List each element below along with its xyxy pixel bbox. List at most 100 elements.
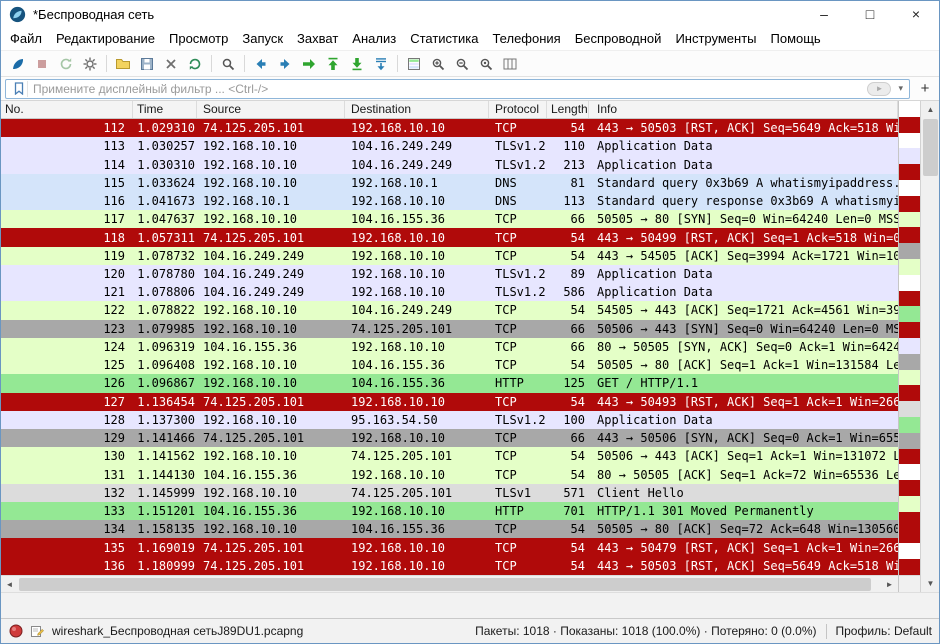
packet-protocol: TCP [489, 358, 547, 372]
packet-row[interactable]: 1121.02931074.125.205.101192.168.10.10TC… [1, 119, 898, 137]
filter-bookmark-button[interactable] [10, 81, 28, 97]
start-capture-button[interactable] [6, 52, 30, 75]
packet-row[interactable]: 1181.05731174.125.205.101192.168.10.10TC… [1, 228, 898, 246]
packet-row[interactable]: 1221.078822192.168.10.10104.16.249.249TC… [1, 301, 898, 319]
packet-row[interactable]: 1301.141562192.168.10.1074.125.205.101TC… [1, 447, 898, 465]
restart-capture-button[interactable] [54, 52, 78, 75]
minimap-stripe [899, 322, 920, 338]
menu-item-2[interactable]: Просмотр [162, 29, 235, 48]
packet-row[interactable]: 1211.078806104.16.249.249192.168.10.10TL… [1, 283, 898, 301]
menu-item-9[interactable]: Инструменты [668, 29, 763, 48]
column-header-proto[interactable]: Protocol [489, 101, 547, 118]
vertical-scroll-thumb[interactable] [923, 119, 938, 176]
packet-row[interactable]: 1341.158135192.168.10.10104.16.155.36TCP… [1, 520, 898, 538]
packet-no: 120 [1, 267, 133, 281]
menu-item-5[interactable]: Анализ [345, 29, 403, 48]
packet-row[interactable]: 1311.144130104.16.155.36192.168.10.10TCP… [1, 465, 898, 483]
profile-selector[interactable]: Профиль: Default [836, 624, 933, 638]
go-first-button[interactable] [321, 52, 345, 75]
zoom-reset-button[interactable] [474, 52, 498, 75]
column-header-info[interactable]: Info [589, 101, 898, 118]
column-header-no[interactable]: No. [1, 101, 133, 118]
packet-row[interactable]: 1191.078732104.16.249.249192.168.10.10TC… [1, 247, 898, 265]
menu-item-3[interactable]: Запуск [235, 29, 290, 48]
display-filter-input[interactable] [33, 81, 867, 97]
packet-destination: 192.168.10.10 [345, 559, 489, 573]
close-button[interactable]: × [893, 1, 939, 27]
zoom-in-button[interactable] [426, 52, 450, 75]
packet-row[interactable]: 1281.137300192.168.10.1095.163.54.50TLSv… [1, 411, 898, 429]
go-back-button[interactable] [249, 52, 273, 75]
close-file-button[interactable] [159, 52, 183, 75]
reload-file-button[interactable] [183, 52, 207, 75]
packet-no: 115 [1, 176, 133, 190]
menu-item-0[interactable]: Файл [3, 29, 49, 48]
find-packet-button[interactable] [216, 52, 240, 75]
packet-row[interactable]: 1251.096408192.168.10.10104.16.155.36TCP… [1, 356, 898, 374]
column-header-dst[interactable]: Destination [345, 101, 489, 118]
packet-source: 104.16.249.249 [197, 267, 345, 281]
filter-apply-button[interactable]: ► [867, 82, 891, 96]
maximize-button[interactable]: □ [847, 1, 893, 27]
save-file-button[interactable] [135, 52, 159, 75]
horizontal-scroll-thumb[interactable] [19, 578, 871, 591]
capture-filename: wireshark_Беспроводная сетьJ89DU1.pcapng [52, 624, 303, 638]
packet-row[interactable]: 1201.078780104.16.249.249192.168.10.10TL… [1, 265, 898, 283]
packet-protocol: TCP [489, 249, 547, 263]
colorize-button[interactable] [402, 52, 426, 75]
menu-item-7[interactable]: Телефония [485, 29, 567, 48]
menu-item-10[interactable]: Помощь [764, 29, 828, 48]
packet-row[interactable]: 1291.14146674.125.205.101192.168.10.10TC… [1, 429, 898, 447]
vertical-scroll-track[interactable] [921, 118, 940, 575]
minimap-stripe [899, 417, 920, 433]
packet-row[interactable]: 1241.096319104.16.155.36192.168.10.10TCP… [1, 338, 898, 356]
column-header-time[interactable]: Time [133, 101, 197, 118]
packet-minimap[interactable] [899, 101, 920, 575]
packet-no: 127 [1, 395, 133, 409]
scroll-right-arrow[interactable]: ► [881, 576, 898, 593]
minimap-stripe [899, 433, 920, 449]
packet-row[interactable]: 1161.041673192.168.10.1192.168.10.10DNS1… [1, 192, 898, 210]
menu-item-6[interactable]: Статистика [403, 29, 485, 48]
filter-dropdown-caret[interactable]: ▾ [896, 83, 905, 94]
horizontal-scroll-track[interactable] [18, 576, 881, 593]
packet-length: 571 [547, 486, 589, 500]
scroll-down-arrow[interactable]: ▼ [921, 575, 940, 592]
zoom-out-button[interactable] [450, 52, 474, 75]
packet-info: 50505 → 80 [SYN] Seq=0 Win=64240 Len=0 M… [589, 212, 898, 226]
go-to-packet-button[interactable] [297, 52, 321, 75]
packet-row[interactable]: 1151.033624192.168.10.10192.168.10.1DNS8… [1, 174, 898, 192]
colorize-icon [406, 56, 422, 72]
packet-length: 100 [547, 413, 589, 427]
column-header-src[interactable]: Source [197, 101, 345, 118]
go-last-button[interactable] [345, 52, 369, 75]
capture-options-button[interactable] [78, 52, 102, 75]
packet-row[interactable]: 1231.079985192.168.10.1074.125.205.101TC… [1, 320, 898, 338]
auto-scroll-icon [373, 56, 389, 72]
stop-capture-button[interactable] [30, 52, 54, 75]
minimize-button[interactable]: – [801, 1, 847, 27]
packet-row[interactable]: 1361.18099974.125.205.101192.168.10.10TC… [1, 557, 898, 575]
go-forward-button[interactable] [273, 52, 297, 75]
open-file-button[interactable] [111, 52, 135, 75]
resize-columns-button[interactable] [498, 52, 522, 75]
menu-item-1[interactable]: Редактирование [49, 29, 162, 48]
add-filter-button[interactable]: + [915, 79, 935, 99]
menu-item-4[interactable]: Захват [290, 29, 345, 48]
stop-capture-icon [34, 56, 50, 72]
expert-info-button[interactable] [8, 623, 24, 639]
column-header-len[interactable]: Length [547, 101, 589, 118]
scroll-left-arrow[interactable]: ◄ [1, 576, 18, 593]
packet-row[interactable]: 1321.145999192.168.10.1074.125.205.101TL… [1, 484, 898, 502]
packet-row[interactable]: 1141.030310192.168.10.10104.16.249.249TL… [1, 155, 898, 173]
packet-row[interactable]: 1131.030257192.168.10.10104.16.249.249TL… [1, 137, 898, 155]
menu-item-8[interactable]: Беспроводной [568, 29, 669, 48]
packet-row[interactable]: 1261.096867192.168.10.10104.16.155.36HTT… [1, 374, 898, 392]
packet-row[interactable]: 1331.151201104.16.155.36192.168.10.10HTT… [1, 502, 898, 520]
capture-comment-button[interactable] [29, 623, 45, 639]
packet-row[interactable]: 1351.16901974.125.205.101192.168.10.10TC… [1, 538, 898, 556]
scroll-up-arrow[interactable]: ▲ [921, 101, 940, 118]
packet-row[interactable]: 1171.047637192.168.10.10104.16.155.36TCP… [1, 210, 898, 228]
packet-row[interactable]: 1271.13645474.125.205.101192.168.10.10TC… [1, 393, 898, 411]
auto-scroll-button[interactable] [369, 52, 393, 75]
